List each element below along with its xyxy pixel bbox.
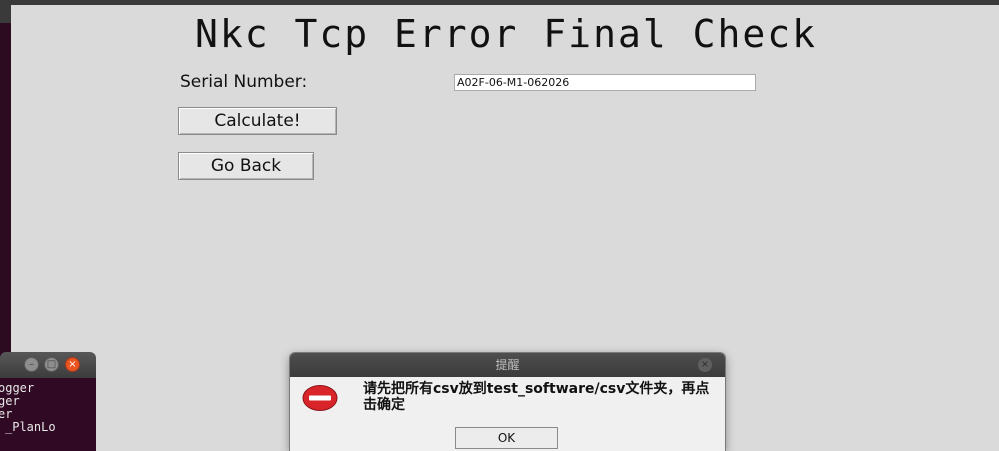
serial-number-label: Serial Number: xyxy=(180,72,308,92)
go-back-button[interactable]: Go Back xyxy=(178,152,314,180)
ok-button[interactable]: OK xyxy=(455,427,558,449)
close-icon[interactable]: × xyxy=(65,357,80,372)
maximize-icon[interactable]: □ xyxy=(44,357,59,372)
top-panel xyxy=(0,0,999,5)
dialog-close-icon[interactable]: × xyxy=(698,358,712,372)
alert-dialog: 提醒 × 请先把所有csv放到test_software/csv文件夹，再点击确… xyxy=(290,353,725,451)
app-title: Nkc Tcp Error Final Check xyxy=(195,12,817,56)
dialog-title: 提醒 xyxy=(495,358,520,372)
terminal-line: _PlanLo xyxy=(5,420,56,434)
terminal-window[interactable]: – □ × ogger ger er _PlanLo xyxy=(0,352,96,451)
calculate-button[interactable]: Calculate! xyxy=(178,107,337,135)
terminal-body[interactable]: ogger ger er _PlanLo xyxy=(0,378,96,451)
minimize-icon[interactable]: – xyxy=(24,357,39,372)
dialog-titlebar[interactable]: 提醒 × xyxy=(290,353,725,377)
serial-number-input[interactable] xyxy=(454,74,756,91)
ok-button-label: OK xyxy=(497,431,516,445)
error-icon xyxy=(302,385,338,411)
dialog-message: 请先把所有csv放到test_software/csv文件夹，再点击确定 xyxy=(363,381,710,413)
terminal-titlebar[interactable]: – □ × xyxy=(0,352,96,378)
